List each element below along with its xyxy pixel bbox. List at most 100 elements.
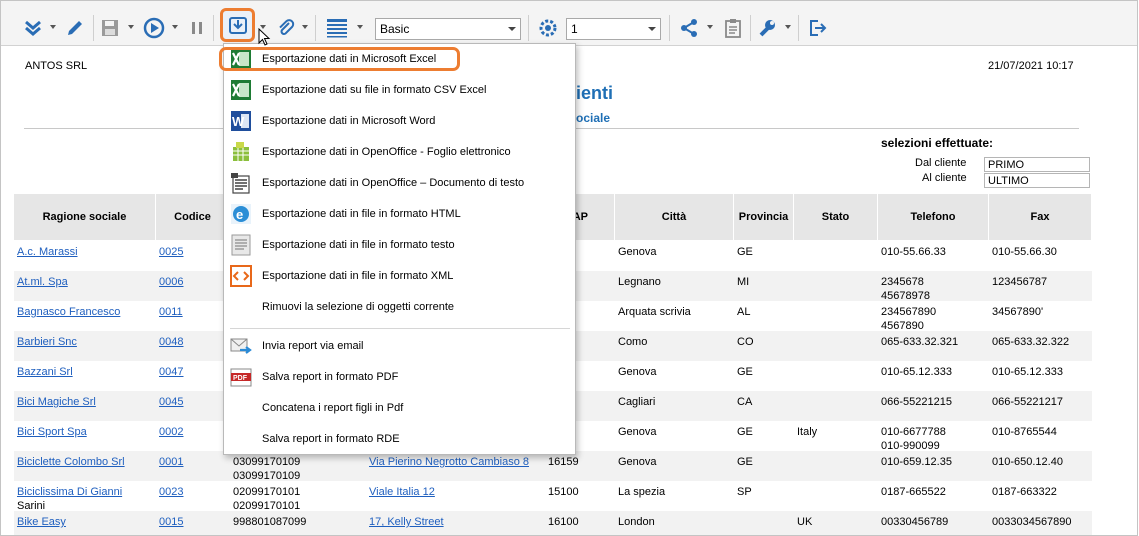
chevron-down-icon[interactable] [301,23,309,31]
cell-name-value[interactable]: Bici Sport Spa [17,426,87,438]
html-icon: e [231,204,251,224]
list-icon[interactable] [323,14,351,42]
export-button[interactable] [220,8,255,42]
menu-item-export-text[interactable]: Esportazione dati in file in formato tes… [224,230,575,261]
cell-code-value[interactable]: 0001 [159,456,183,468]
cell-code-value[interactable]: 0045 [159,396,183,408]
report-window: Basic 1 ANTOS SRL 21/07/2021 10:17 ienti… [0,0,1138,536]
menu-item-save-pdf[interactable]: PDF Salva report in formato PDF [224,362,575,393]
pencil-icon[interactable] [63,14,87,42]
cell-name: Biciclette Colombo Srl [17,455,125,469]
menu-item-export-html[interactable]: e Esportazione dati in file in formato H… [224,199,575,230]
wrench-icon[interactable] [755,14,779,42]
cell-city-value: Genova [618,246,657,258]
menu-item-save-rde[interactable]: Salva report in formato RDE [224,424,575,455]
exit-icon[interactable] [805,14,829,42]
play-icon[interactable] [141,14,167,42]
pause-icon[interactable] [186,14,208,42]
cell-name-value[interactable]: Biciclette Colombo Srl [17,456,125,468]
cell-state: Italy [797,425,817,439]
menu-item-label: Esportazione dati in Microsoft Word [262,115,436,127]
menu-item-concat-pdf[interactable]: Concatena i report figli in Pdf [224,393,575,424]
svg-text:W: W [232,114,245,129]
cell-fax-value: 010-55.66.30 [992,246,1057,258]
view-combo[interactable]: Basic [375,18,521,40]
cell-address: 17, Kelly Street [369,515,444,529]
cell-name-value[interactable]: Barbieri Snc [17,336,77,348]
cell-province-value: GE [737,246,753,258]
cell-phone: 234567890 4567890 [881,305,936,333]
cell-code-value[interactable]: 0002 [159,426,183,438]
cell-fax: 0187-663322 [992,485,1057,499]
menu-item-export-oo-writer[interactable]: Esportazione dati in OpenOffice – Docume… [224,168,575,199]
cell-name-value[interactable]: Biciclissima Di Gianni [17,486,122,498]
cell-city-value: Legnano [618,276,661,288]
xml-icon [230,265,252,287]
cell-province-value: GE [737,366,753,378]
cell-vat: 02099170101 02099170101 [233,485,300,513]
cell-phone: 0187-665522 [881,485,946,499]
cell-code-value[interactable]: 0015 [159,516,183,528]
chevron-down-icon[interactable] [356,23,364,31]
chevron-down-icon[interactable] [171,23,179,31]
share-icon[interactable] [677,14,701,42]
chevron-double-down-icon[interactable] [21,14,45,42]
save-icon[interactable] [98,14,122,42]
cell-name-value[interactable]: At.ml. Spa [17,276,68,288]
attach-icon[interactable] [274,14,298,42]
cell-fax: 34567890' [992,305,1043,319]
cell-code-value[interactable]: 0048 [159,336,183,348]
cell-address-value[interactable]: Via Pierino Negrotto Cambiaso 8 [369,456,529,468]
chevron-down-icon[interactable] [784,23,792,31]
menu-item-label: Concatena i report figli in Pdf [262,402,404,414]
chevron-down-icon[interactable] [49,23,57,31]
chevron-down-icon[interactable] [706,23,714,31]
openoffice-calc-icon [233,142,249,161]
to-value: ULTIMO [984,173,1090,188]
cell-address-value[interactable]: 17, Kelly Street [369,516,444,528]
cell-name-value[interactable]: Bagnasco Francesco [17,306,120,318]
cell-city: London [618,515,655,529]
cell-address: Viale Italia 12 [369,485,435,499]
cell-code-value[interactable]: 0006 [159,276,183,288]
cell-code-value[interactable]: 0025 [159,246,183,258]
cell-code: 0002 [159,425,183,439]
cell-code-value[interactable]: 0023 [159,486,183,498]
cell-vat-value: 02099170101 [233,486,301,498]
menu-item-export-csv[interactable]: Esportazione dati su file in formato CSV… [224,75,575,106]
cell-address-value[interactable]: Viale Italia 12 [369,486,435,498]
cell-phone-value: 010-659.12.35 [881,456,952,468]
gear-icon[interactable] [535,14,561,42]
cell-name-value[interactable]: Bike Easy [17,516,66,528]
cell-province-value: CA [737,396,753,408]
to-label: Al cliente [922,172,967,184]
cell-name-value[interactable]: Bazzani Srl [17,366,73,378]
menu-item-remove-selection[interactable]: Rimuovi la selezione di oggetti corrente [224,292,575,323]
cell-code-value[interactable]: 0011 [159,306,183,318]
menu-item-export-xml[interactable]: Esportazione dati in file in formato XML [224,261,575,292]
cell-code: 0048 [159,335,183,349]
toolbar: Basic 1 [1,1,1137,46]
cell-fax: 010-65.12.333 [992,365,1063,379]
menu-divider [230,328,570,329]
menu-item-export-oo-calc[interactable]: Esportazione dati in OpenOffice - Foglio… [224,137,575,168]
cell-province-value: GE [737,426,753,438]
chevron-down-icon[interactable] [127,23,135,31]
cell-state-value: UK [797,516,813,528]
clipboard-icon[interactable] [721,14,745,42]
table-row: Bike Easy 0015 998801087099 17, Kelly Stree… [14,511,1092,535]
cell-code: 0023 [159,485,183,499]
cell-fax: 010-650.12.40 [992,455,1063,469]
cell-fax-value: 0033034567890 [992,516,1072,528]
cell-fax-value: 123456787 [992,276,1048,288]
menu-item-label: Esportazione dati in OpenOffice – Docume… [262,177,525,189]
menu-item-export-word[interactable]: W Esportazione dati in Microsoft Word [224,106,575,137]
cell-fax-value: 010-8765544 [992,426,1057,438]
cell-name-value[interactable]: Bici Magiche Srl [17,396,96,408]
cell-fax-value: 010-65.12.333 [992,366,1063,378]
cell-name-value[interactable]: A.c. Marassi [17,246,78,258]
cell-city-value: Como [618,336,648,348]
menu-item-send-email[interactable]: Invia report via email [224,331,575,362]
number-combo[interactable]: 1 [566,18,661,40]
cell-code-value[interactable]: 0047 [159,366,183,378]
